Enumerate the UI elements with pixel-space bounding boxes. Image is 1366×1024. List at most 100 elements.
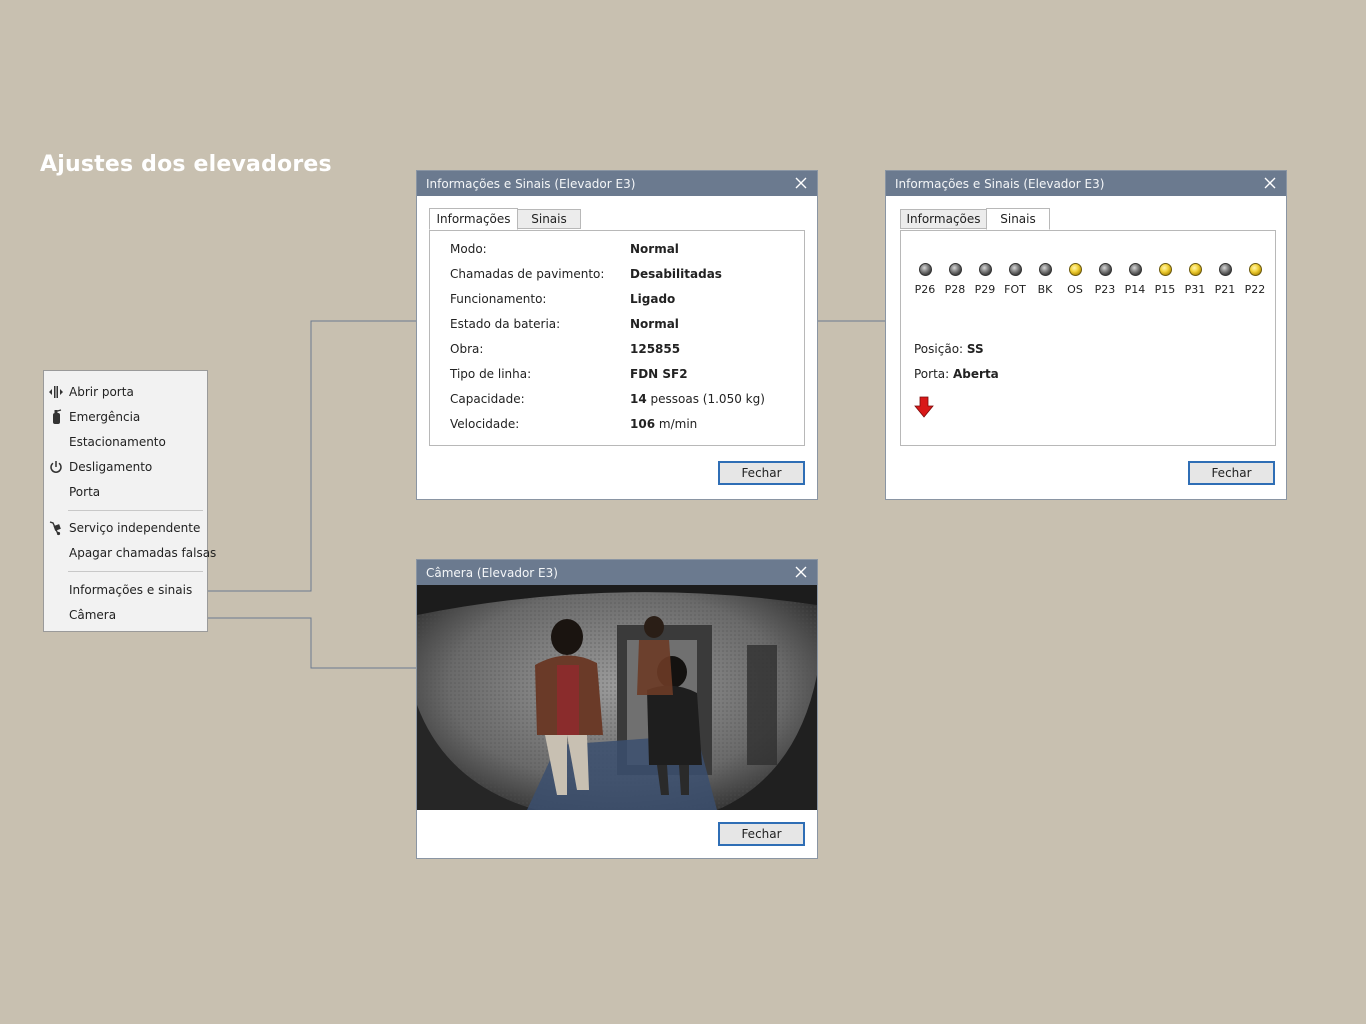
- door-label: Porta:: [914, 367, 950, 381]
- signal-bk: BK: [1030, 263, 1060, 296]
- signal-label: P23: [1094, 283, 1116, 296]
- hand-truck-icon: [48, 520, 64, 536]
- signal-label: P31: [1184, 283, 1206, 296]
- menu-item-camera[interactable]: Câmera: [44, 604, 207, 626]
- fechar-button[interactable]: Fechar: [718, 822, 805, 846]
- signal-p14: P14: [1120, 263, 1150, 296]
- info-value: Normal: [630, 317, 679, 331]
- camera-dialog: Câmera (Elevador E3) Fechar: [416, 559, 818, 859]
- power-icon: [48, 459, 64, 475]
- tab-sinais[interactable]: Sinais: [986, 208, 1050, 230]
- signal-label: P14: [1124, 283, 1146, 296]
- menu-item-emergencia[interactable]: Emergência: [44, 406, 207, 428]
- position-label: Posição:: [914, 342, 964, 356]
- fechar-button[interactable]: Fechar: [718, 461, 805, 485]
- dialog-title: Informações e Sinais (Elevador E3): [895, 176, 1105, 191]
- signal-led: [918, 263, 932, 276]
- signals-dialog: Informações e Sinais (Elevador E3) Infor…: [885, 170, 1287, 500]
- menu-separator: [68, 510, 203, 511]
- info-panel: Modo: Normal Chamadas de pavimento: Desa…: [429, 230, 805, 446]
- info-value: 125855: [630, 342, 681, 356]
- dialog-titlebar: Informações e Sinais (Elevador E3): [886, 171, 1286, 196]
- info-key: Estado da bateria:: [450, 317, 561, 331]
- signal-label: P29: [974, 283, 996, 296]
- info-row: Obra: 125855: [450, 342, 794, 360]
- fechar-button[interactable]: Fechar: [1188, 461, 1275, 485]
- camera-feed: [417, 585, 817, 810]
- position-value: SS: [966, 342, 984, 356]
- info-key: Funcionamento:: [450, 292, 547, 306]
- menu-item-label: Informações e sinais: [69, 583, 193, 597]
- signal-label: P26: [914, 283, 936, 296]
- menu-item-label: Emergência: [69, 410, 141, 424]
- info-value: FDN SF2: [630, 367, 688, 381]
- signal-led: [1038, 263, 1052, 276]
- tab-informacoes[interactable]: Informações: [429, 208, 518, 230]
- dialog-titlebar: Câmera (Elevador E3): [417, 560, 817, 585]
- tab-informacoes[interactable]: Informações: [900, 209, 987, 229]
- menu-item-desligamento[interactable]: Desligamento: [44, 456, 207, 478]
- signal-led: [1158, 263, 1172, 276]
- info-unit: m/min: [658, 417, 698, 431]
- menu-separator: [68, 571, 203, 572]
- menu-item-label: Abrir porta: [69, 385, 134, 399]
- info-row: Velocidade: 106 m/min: [450, 417, 794, 435]
- close-icon[interactable]: [793, 175, 809, 191]
- info-value: 14 pessoas (1.050 kg): [630, 392, 765, 406]
- signal-label: FOT: [1004, 283, 1026, 296]
- tab-sinais[interactable]: Sinais: [517, 209, 581, 229]
- signal-os: OS: [1060, 263, 1090, 296]
- menu-item-label: Serviço independente: [69, 521, 201, 535]
- dialog-title: Câmera (Elevador E3): [426, 565, 558, 580]
- info-row: Capacidade: 14 pessoas (1.050 kg): [450, 392, 794, 410]
- info-unit: pessoas (1.050 kg): [650, 392, 765, 406]
- signal-p28: P28: [940, 263, 970, 296]
- menu-item-estacionamento[interactable]: Estacionamento: [44, 431, 207, 453]
- door-readout: Porta: Aberta: [914, 367, 999, 381]
- signal-led: [1098, 263, 1112, 276]
- signal-label: OS: [1067, 283, 1083, 296]
- close-icon[interactable]: [793, 564, 809, 580]
- info-row: Modo: Normal: [450, 242, 794, 260]
- info-value: Normal: [630, 242, 679, 256]
- door-value: Aberta: [953, 367, 999, 381]
- signal-led: [1008, 263, 1022, 276]
- signal-label: P21: [1214, 283, 1236, 296]
- info-key: Obra:: [450, 342, 484, 356]
- menu-item-servico-independente[interactable]: Serviço independente: [44, 517, 207, 539]
- info-row: Funcionamento: Ligado: [450, 292, 794, 310]
- menu-item-label: Câmera: [69, 608, 117, 622]
- door-open-icon: [48, 384, 64, 400]
- signal-led: [1248, 263, 1262, 276]
- menu-item-porta[interactable]: Porta: [44, 481, 207, 503]
- info-row: Tipo de linha: FDN SF2: [450, 367, 794, 385]
- camera-image: [417, 585, 817, 810]
- menu-item-abrir-porta[interactable]: Abrir porta: [44, 381, 207, 403]
- menu-item-apagar-chamadas[interactable]: Apagar chamadas falsas: [44, 542, 216, 564]
- arrow-down-icon: [914, 396, 934, 418]
- signal-label: P28: [944, 283, 966, 296]
- info-value: 106 m/min: [630, 417, 698, 431]
- dialog-titlebar: Informações e Sinais (Elevador E3): [417, 171, 817, 196]
- signal-p23: P23: [1090, 263, 1120, 296]
- signal-label: P15: [1154, 283, 1176, 296]
- close-icon[interactable]: [1262, 175, 1278, 191]
- signal-p22: P22: [1240, 263, 1270, 296]
- info-row: Chamadas de pavimento: Desabilitadas: [450, 267, 794, 285]
- info-value: Desabilitadas: [630, 267, 722, 281]
- menu-item-informacoes-sinais[interactable]: Informações e sinais: [44, 579, 207, 601]
- info-key: Tipo de linha:: [450, 367, 532, 381]
- info-key: Modo:: [450, 242, 487, 256]
- signal-fot: FOT: [1000, 263, 1030, 296]
- signal-p31: P31: [1180, 263, 1210, 296]
- info-key: Velocidade:: [450, 417, 520, 431]
- info-key: Capacidade:: [450, 392, 525, 406]
- menu-item-label: Apagar chamadas falsas: [69, 546, 217, 560]
- fire-extinguisher-icon: [48, 409, 64, 425]
- signal-led: [948, 263, 962, 276]
- signal-led: [1128, 263, 1142, 276]
- signal-label: BK: [1037, 283, 1053, 296]
- elevator-context-menu: Abrir porta Emergência Estacionamento De…: [43, 370, 216, 632]
- signal-p21: P21: [1210, 263, 1240, 296]
- menu-item-label: Desligamento: [69, 460, 153, 474]
